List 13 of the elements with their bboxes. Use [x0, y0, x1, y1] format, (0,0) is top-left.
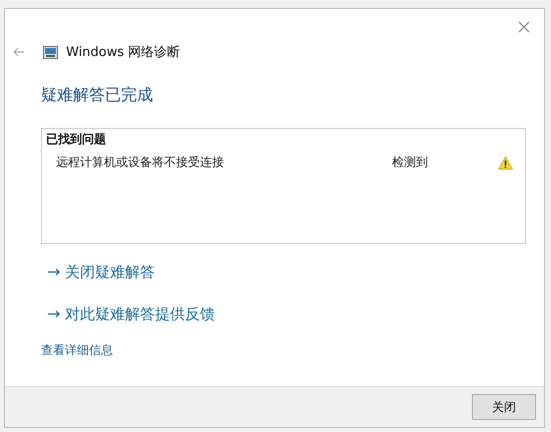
window-title: Windows 网络诊断 [66, 44, 180, 61]
action-link[interactable]: → 对此疑难解答提供反馈 [47, 304, 216, 324]
details-link[interactable]: 查看详细信息 [41, 342, 113, 359]
panel-header: 已找到问题 [46, 131, 107, 148]
action-link[interactable]: → 关闭疑难解答 [47, 262, 156, 282]
close-icon[interactable] [518, 21, 530, 33]
page-heading: 疑难解答已完成 [41, 85, 154, 106]
back-arrow-icon[interactable] [13, 47, 25, 57]
problem-name: 远程计算机或设备将不接受连接 [56, 154, 225, 171]
network-diagnostics-icon [43, 46, 58, 58]
warning-icon [498, 156, 513, 170]
problem-status: 检测到 [392, 154, 429, 171]
close-button[interactable]: 关闭 [472, 394, 536, 420]
